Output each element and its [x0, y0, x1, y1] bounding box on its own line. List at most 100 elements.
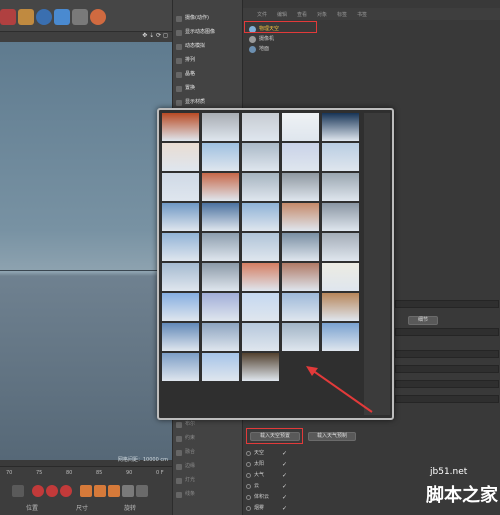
object-row-floor[interactable]: 地面 — [247, 45, 497, 54]
sky-preset-thumbnail[interactable] — [242, 233, 279, 261]
slider-bar[interactable] — [395, 395, 499, 403]
snap-icon[interactable] — [90, 9, 106, 25]
move-icon[interactable] — [80, 485, 92, 497]
checkmark-icon[interactable]: ✓ — [282, 450, 287, 457]
sky-preset-thumbnail[interactable] — [322, 263, 359, 291]
sky-preset-thumbnail[interactable] — [322, 323, 359, 351]
sky-preset-thumbnail[interactable] — [322, 203, 359, 231]
checkmark-icon[interactable]: ✓ — [282, 461, 287, 468]
menu-file[interactable]: 文件 — [257, 11, 267, 18]
3d-viewport[interactable] — [0, 42, 172, 460]
viewport-header-icons[interactable]: ✥ ⇣ ⟳ ◻ — [0, 32, 172, 42]
sky-preset-thumbnail[interactable] — [162, 143, 199, 171]
object-row-camera[interactable]: 摄像机 — [247, 35, 497, 44]
checkmark-icon[interactable]: ✓ — [282, 483, 287, 490]
sky-preset-thumbnail[interactable] — [322, 233, 359, 261]
radio-icon[interactable] — [246, 462, 251, 467]
object-manager-item[interactable]: 摄像(动作) — [175, 14, 241, 24]
menu-object[interactable]: 对象 — [317, 11, 327, 18]
render-region-icon[interactable] — [0, 9, 16, 25]
sky-preset-thumbnail[interactable] — [242, 263, 279, 291]
slider-bar[interactable] — [395, 380, 499, 388]
detail-button[interactable]: 细节 — [408, 316, 438, 325]
object-manager-item[interactable]: 晶格 — [175, 70, 241, 80]
property-row[interactable]: 烟雾 ✓ — [246, 504, 306, 513]
sky-preset-thumbnail[interactable] — [242, 203, 279, 231]
sky-preset-thumbnail[interactable] — [282, 263, 319, 291]
sky-preset-thumbnail[interactable] — [242, 143, 279, 171]
object-manager-item[interactable]: 动态模拟 — [175, 42, 241, 52]
slider-bar[interactable] — [395, 350, 499, 358]
sky-preset-thumbnail[interactable] — [242, 173, 279, 201]
sky-preset-thumbnail[interactable] — [162, 173, 199, 201]
object-manager-item[interactable]: 排列 — [175, 56, 241, 66]
radio-icon[interactable] — [246, 495, 251, 500]
property-row[interactable]: 大气 ✓ — [246, 471, 306, 480]
checkmark-icon[interactable]: ✓ — [282, 505, 287, 512]
object-manager-item[interactable]: 置换 — [175, 84, 241, 94]
sky-preset-thumbnail[interactable] — [162, 323, 199, 351]
sky-preset-thumbnail[interactable] — [162, 353, 199, 381]
sky-preset-thumbnail[interactable] — [242, 113, 279, 141]
sky-preset-thumbnail[interactable] — [162, 293, 199, 321]
sky-preset-thumbnail[interactable] — [202, 323, 239, 351]
slider-bar[interactable] — [395, 300, 499, 308]
sky-preset-thumbnail[interactable] — [242, 353, 279, 381]
sky-preset-thumbnail[interactable] — [282, 143, 319, 171]
sky-preset-thumbnail[interactable] — [322, 143, 359, 171]
load-weather-preset-button[interactable]: 载入天气预制 — [308, 432, 356, 441]
param-icon[interactable] — [122, 485, 134, 497]
property-row[interactable]: 太阳 ✓ — [246, 460, 306, 469]
sky-preset-thumbnail[interactable] — [202, 113, 239, 141]
record-icon[interactable] — [32, 485, 44, 497]
checkmark-icon[interactable]: ✓ — [282, 494, 287, 501]
sky-preset-thumbnail[interactable] — [282, 233, 319, 261]
sky-preset-thumbnail[interactable] — [282, 203, 319, 231]
radio-icon[interactable] — [246, 484, 251, 489]
sky-preset-thumbnail[interactable] — [242, 323, 279, 351]
timeline-ruler[interactable]: 70 75 80 85 90 0 F — [0, 469, 172, 479]
sky-preset-thumbnail[interactable] — [322, 113, 359, 141]
property-row[interactable]: 天空 ✓ — [246, 449, 306, 458]
object-manager-item[interactable]: 显示动态图像 — [175, 28, 241, 38]
sky-preset-thumbnail[interactable] — [282, 293, 319, 321]
slider-bar[interactable] — [395, 328, 499, 336]
object-manager-item[interactable]: 边缘 — [175, 462, 241, 472]
radio-icon[interactable] — [246, 506, 251, 511]
rotate-icon[interactable] — [108, 485, 120, 497]
sky-preset-thumbnail[interactable] — [202, 233, 239, 261]
object-manager-item[interactable]: 线条 — [175, 490, 241, 500]
property-row[interactable]: 云 ✓ — [246, 482, 306, 491]
sky-preset-thumbnail[interactable] — [282, 113, 319, 141]
sky-preset-thumbnail[interactable] — [202, 293, 239, 321]
checkmark-icon[interactable]: ✓ — [282, 472, 287, 479]
sky-preset-thumbnail[interactable] — [162, 203, 199, 231]
object-manager-item[interactable]: 布尔 — [175, 420, 241, 430]
sky-preset-thumbnail[interactable] — [282, 323, 319, 351]
menu-edit[interactable]: 编辑 — [277, 11, 287, 18]
object-manager-item[interactable]: 灯光 — [175, 476, 241, 486]
grid-toggle-icon[interactable] — [136, 485, 148, 497]
object-manager-item[interactable]: 约束 — [175, 434, 241, 444]
sky-preset-thumbnail[interactable] — [202, 263, 239, 291]
object-manager-item[interactable]: 显示材质 — [175, 98, 241, 108]
sky-preset-thumbnail[interactable] — [162, 233, 199, 261]
sky-preset-thumbnail[interactable] — [202, 203, 239, 231]
sky-preset-thumbnail[interactable] — [322, 173, 359, 201]
sky-preset-thumbnail[interactable] — [202, 143, 239, 171]
autokey-icon[interactable] — [46, 485, 58, 497]
sky-preset-thumbnail[interactable] — [322, 293, 359, 321]
slider-bar[interactable] — [395, 365, 499, 373]
render-settings-icon[interactable] — [18, 9, 34, 25]
light-icon[interactable] — [54, 9, 70, 25]
menu-tag[interactable]: 标签 — [337, 11, 347, 18]
sky-preset-thumbnail[interactable] — [162, 113, 199, 141]
play-icon[interactable] — [12, 485, 24, 497]
menu-bookmark[interactable]: 书签 — [357, 11, 367, 18]
sky-preset-thumbnail[interactable] — [242, 293, 279, 321]
radio-icon[interactable] — [246, 473, 251, 478]
sky-preset-thumbnail[interactable] — [162, 263, 199, 291]
scale-icon[interactable] — [94, 485, 106, 497]
menu-view[interactable]: 查看 — [297, 11, 307, 18]
sphere-icon[interactable] — [36, 9, 52, 25]
